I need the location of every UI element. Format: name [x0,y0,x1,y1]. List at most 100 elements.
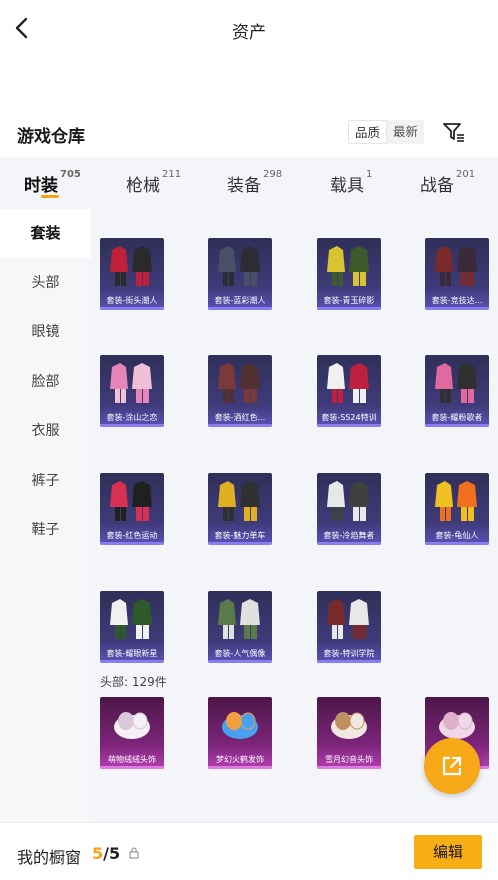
wardrobe-label: 我的橱窗 [17,848,82,867]
head-item-card-label: 萌物绒绒头饰 [108,755,156,764]
filter-button[interactable] [442,120,466,144]
outfit-card[interactable]: 套装-龟仙人 [425,473,489,545]
tab-guns[interactable]: 枪械211 [126,169,182,196]
wardrobe-count: 5/5 [92,844,120,863]
outfit-thumbnail-icon [435,481,477,521]
outfit-thumbnail-icon [110,599,152,639]
outfit-thumbnail-icon [435,363,477,403]
wardrobe-total: 5 [108,844,121,863]
rarity-bar [208,542,272,545]
rarity-bar [208,660,272,663]
head-section-count: 头部: 129件 [100,675,167,689]
sort-toggle[interactable]: 品质 最新 [348,120,425,144]
head-item-card[interactable]: 雪月幻音头饰 [317,697,381,769]
rarity-bar [317,424,381,427]
rarity-bar [100,307,164,310]
rarity-bar [425,542,489,545]
rarity-bar [425,307,489,310]
rarity-bar [208,307,272,310]
rarity-bar [208,424,272,427]
head-item-card[interactable]: 梦幻火鹤发饰 [208,697,272,769]
sidebar-item-clothes[interactable]: 衣服 [0,407,91,456]
outfit-card-label: 套装-青玉碎影 [323,296,375,305]
outfit-thumbnail-icon [218,481,260,521]
lock-icon [129,847,139,859]
sidebar: 套装 头部 眼镜 脸部 衣服 裤子 鞋子 [0,209,91,829]
tab-vehicles[interactable]: 载具1 [330,169,373,196]
outfit-thumbnail-icon [218,246,260,286]
sidebar-item-head[interactable]: 头部 [0,259,91,308]
outfit-card[interactable]: 套装-酒红色... [208,355,272,427]
head-item-thumbnail-icon [331,712,367,739]
sidebar-item-outfit[interactable]: 套装 [0,209,91,258]
tab-count: 1 [366,169,373,180]
rarity-bar [425,424,489,427]
outfit-card-label: 套装-人气偶像 [214,649,266,658]
tab-label: 载具 [330,176,364,196]
outfit-card-label: 套装-冷焰舞者 [323,531,375,540]
outfit-card[interactable]: 套装-青玉碎影 [317,238,381,310]
outfit-card-label: 套装-涂山之恋 [106,413,158,422]
tab-count: 211 [162,169,182,180]
outfit-card[interactable]: 套装-耀眼新星 [100,591,164,663]
outfit-card[interactable]: 套装-红色运动 [100,473,164,545]
category-tabs: 时装705 枪械211 装备298 载具1 战备201 [0,157,498,209]
outfit-thumbnail-icon [327,481,369,521]
tab-battle-prep[interactable]: 战备201 [420,169,475,196]
sort-option-quality[interactable]: 品质 [348,120,388,144]
rarity-bar [100,542,164,545]
share-fab-button[interactable] [424,738,480,794]
rarity-bar [100,766,164,769]
outfit-card-label: 套装-竞技达... [431,296,483,305]
tab-label: 战备 [420,176,454,196]
rarity-bar [100,424,164,427]
sidebar-item-pants[interactable]: 裤子 [0,457,91,506]
outfit-card[interactable]: 套装-街头潮人 [100,238,164,310]
sidebar-item-face[interactable]: 脸部 [0,358,91,407]
tab-label: 时装 [24,176,58,196]
rarity-bar [317,307,381,310]
outfit-thumbnail-icon [435,246,477,286]
wardrobe-current: 5 [92,844,104,863]
outfit-card[interactable]: 套装-竞技达... [425,238,489,310]
top-bar: 资产 [0,0,498,58]
edit-button[interactable]: 编辑 [414,835,482,869]
outfit-card-label: 套装-SS24特训 [321,413,377,422]
outfit-thumbnail-icon [327,363,369,403]
outfit-card[interactable]: 套装-SS24特训 [317,355,381,427]
rarity-bar [317,766,381,769]
outfit-card-label: 套装-耀粉歌者 [431,413,483,422]
outfit-card-label: 套装-龟仙人 [435,531,479,540]
outfit-card-label: 套装-街头潮人 [106,296,158,305]
rarity-bar [100,660,164,663]
outfit-card[interactable]: 套装-冷焰舞者 [317,473,381,545]
sidebar-item-shoes[interactable]: 鞋子 [0,506,91,555]
outfit-card-label: 套装-特训学院 [323,649,375,658]
outfit-card-label: 套装-蓝彩潮人 [214,296,266,305]
tab-label: 装备 [227,176,261,196]
section-title: 游戏仓库 [17,127,85,147]
share-icon [442,756,462,776]
outfit-thumbnail-icon [110,363,152,403]
outfit-card[interactable]: 套装-耀粉歌者 [425,355,489,427]
page-title: 资产 [232,23,266,43]
outfit-card[interactable]: 套装-魅力单车 [208,473,272,545]
rarity-bar [317,660,381,663]
outfit-card[interactable]: 套装-涂山之恋 [100,355,164,427]
outfit-card-label: 套装-耀眼新星 [106,649,158,658]
head-item-card-label: 雪月幻音头饰 [325,755,373,764]
outfit-thumbnail-icon [327,246,369,286]
outfit-card-label: 套装-魅力单车 [214,531,266,540]
tab-fashion[interactable]: 时装705 [24,169,81,196]
outfit-card[interactable]: 套装-人气偶像 [208,591,272,663]
outfit-card[interactable]: 套装-特训学院 [317,591,381,663]
tab-equipment[interactable]: 装备298 [227,169,282,196]
sort-option-newest[interactable]: 最新 [387,120,424,144]
head-item-thumbnail-icon [114,712,150,739]
head-item-card-label: 梦幻火鹤发饰 [216,755,264,764]
rarity-bar [208,766,272,769]
outfit-card[interactable]: 套装-蓝彩潮人 [208,238,272,310]
head-item-card[interactable]: 萌物绒绒头饰 [100,697,164,769]
rarity-bar [317,542,381,545]
sidebar-item-glasses[interactable]: 眼镜 [0,308,91,357]
